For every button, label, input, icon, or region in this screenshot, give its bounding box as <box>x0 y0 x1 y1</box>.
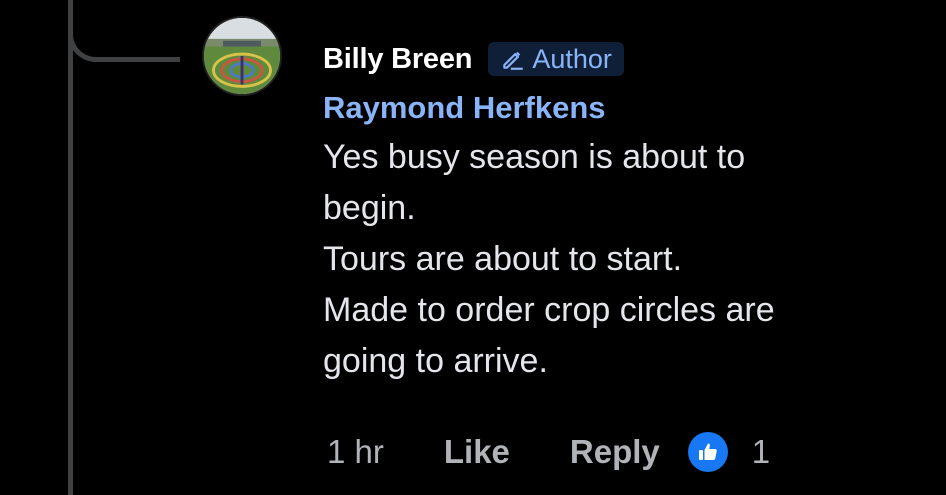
reply-button[interactable]: Reply <box>570 433 660 471</box>
comment-line: going to arrive. <box>323 342 548 380</box>
comment-line: Yes busy season is about to <box>323 138 746 176</box>
comment-thread: Billy Breen Author Raymond Herfkens Yes … <box>0 0 946 495</box>
thumbs-up-icon[interactable] <box>687 432 728 472</box>
comment-actions: 1 hr Like Reply 1 <box>327 428 770 476</box>
author-badge: Author <box>488 42 624 76</box>
mention-link[interactable]: Raymond Herfkens <box>323 86 923 130</box>
comment-body: Yes busy season is about to begin. Tours… <box>323 132 923 387</box>
comment-header: Billy Breen Author <box>323 36 923 82</box>
pencil-icon <box>503 51 524 70</box>
timestamp[interactable]: 1 hr <box>327 433 384 471</box>
comment: Billy Breen Author Raymond Herfkens Yes … <box>323 36 923 387</box>
comment-line: begin. <box>323 189 416 227</box>
comment-line: Made to order crop circles are <box>323 291 775 329</box>
thread-line <box>68 0 73 495</box>
reaction-count[interactable]: 1 <box>752 433 770 471</box>
avatar-image <box>204 18 280 94</box>
like-button[interactable]: Like <box>444 433 510 471</box>
thumbs-up-glyph <box>698 443 717 460</box>
thread-connector <box>68 0 180 62</box>
author-badge-label: Author <box>532 43 612 74</box>
avatar[interactable] <box>202 16 282 96</box>
author-name[interactable]: Billy Breen <box>323 43 473 76</box>
comment-line: Tours are about to start. <box>323 240 683 278</box>
